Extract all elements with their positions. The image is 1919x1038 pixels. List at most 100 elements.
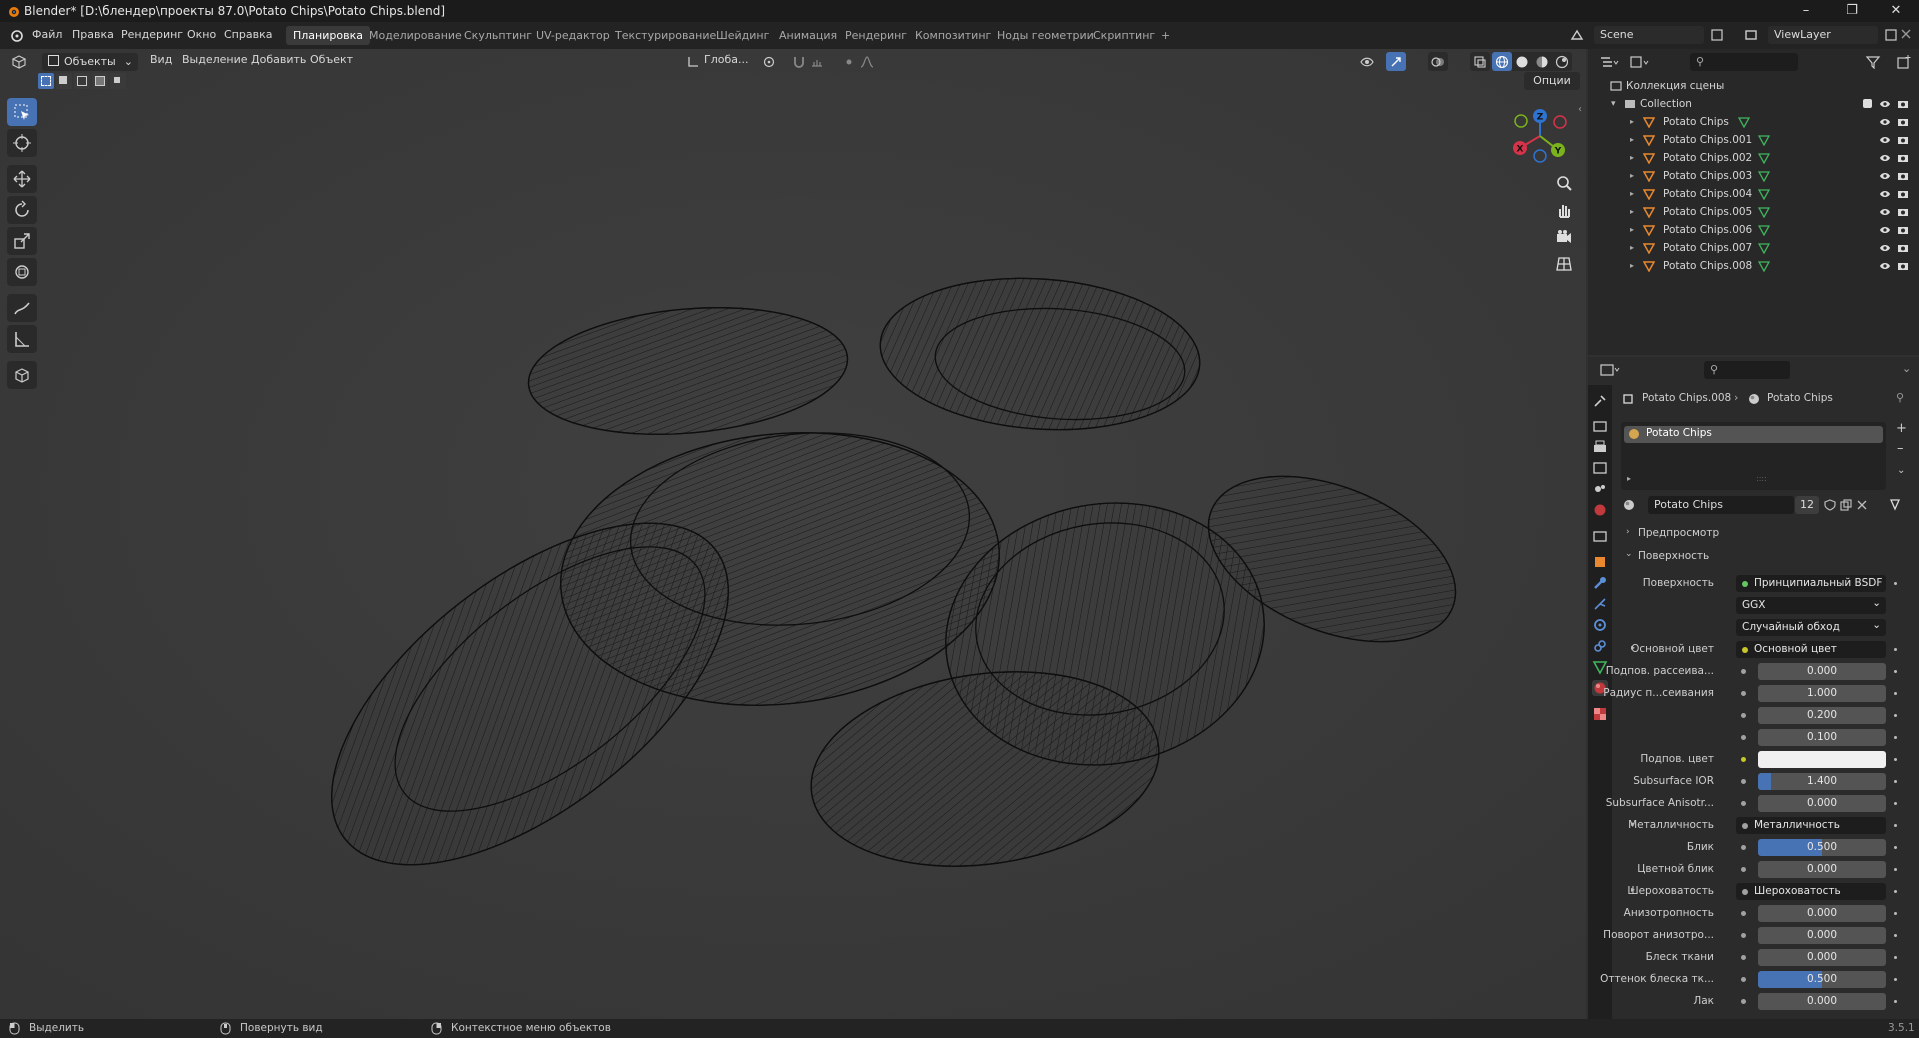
camera-icon[interactable] bbox=[1897, 206, 1909, 218]
camera-icon[interactable] bbox=[1897, 116, 1909, 128]
sidebar-toggle-icon[interactable]: ‹ bbox=[1578, 104, 1582, 115]
mesh-data-icon[interactable] bbox=[1758, 242, 1770, 254]
select-mode-extend-button[interactable] bbox=[56, 73, 72, 89]
outliner-collection[interactable]: ▾ Collection bbox=[1588, 95, 1919, 113]
minimize-button[interactable]: – bbox=[1783, 0, 1829, 22]
collection-checkbox[interactable] bbox=[1863, 99, 1872, 108]
color-swatch[interactable] bbox=[1758, 751, 1886, 768]
tab-modeling[interactable]: Моделирование bbox=[362, 26, 469, 45]
keyframe-dot-icon[interactable] bbox=[1894, 824, 1897, 827]
remove-slot-button[interactable]: – bbox=[1897, 441, 1904, 456]
keyframe-dot-icon[interactable] bbox=[1894, 802, 1897, 805]
socket-icon[interactable] bbox=[1741, 713, 1746, 718]
socket-icon[interactable] bbox=[1741, 669, 1746, 674]
dropdown-field[interactable]: Случайный обход ⌄ bbox=[1736, 619, 1886, 636]
snap-target-icon[interactable] bbox=[810, 55, 824, 69]
tab-scene[interactable] bbox=[1592, 481, 1608, 497]
tab-geometry-nodes[interactable]: Ноды геометрии bbox=[990, 26, 1101, 45]
outliner-search-input[interactable]: ⚲ bbox=[1690, 53, 1798, 71]
overlays-toggle-button[interactable] bbox=[1428, 52, 1448, 71]
keyframe-dot-icon[interactable] bbox=[1894, 1000, 1897, 1003]
tab-output[interactable] bbox=[1592, 439, 1608, 455]
number-field[interactable]: 0.000 bbox=[1758, 861, 1886, 878]
socket-icon[interactable] bbox=[1741, 757, 1746, 762]
outliner-item[interactable]: ▸ Potato Chips bbox=[1588, 113, 1919, 131]
expand-arrow-icon[interactable]: ▸ bbox=[1630, 203, 1634, 221]
eye-icon[interactable] bbox=[1879, 170, 1891, 182]
tab-object[interactable] bbox=[1592, 554, 1608, 570]
keyframe-dot-icon[interactable] bbox=[1894, 956, 1897, 959]
tab-layout[interactable]: Планировка bbox=[286, 26, 370, 45]
socket-icon[interactable] bbox=[1741, 779, 1746, 784]
tab-uv-editing[interactable]: UV-редактор bbox=[529, 26, 617, 45]
number-field[interactable]: 0.000 bbox=[1758, 993, 1886, 1010]
camera-icon[interactable] bbox=[1897, 134, 1909, 146]
mesh-data-icon[interactable] bbox=[1758, 206, 1770, 218]
tab-world[interactable] bbox=[1592, 502, 1608, 518]
outliner-item[interactable]: ▸ Potato Chips.008 bbox=[1588, 257, 1919, 275]
camera-icon[interactable] bbox=[1897, 242, 1909, 254]
number-field[interactable]: 0.500 bbox=[1758, 971, 1886, 988]
properties-editor-icon[interactable] bbox=[1600, 363, 1622, 377]
tab-animation[interactable]: Анимация bbox=[772, 26, 844, 45]
mesh-data-icon[interactable] bbox=[1758, 224, 1770, 236]
user-count-field[interactable]: 12 bbox=[1795, 496, 1819, 514]
eye-icon[interactable] bbox=[1879, 134, 1891, 146]
tab-rendering[interactable]: Рендеринг bbox=[838, 26, 914, 45]
socket-icon[interactable] bbox=[1741, 955, 1746, 960]
add-workspace-button[interactable]: + bbox=[1154, 26, 1177, 45]
node-link-field[interactable]: Шероховатость bbox=[1736, 883, 1886, 900]
keyframe-dot-icon[interactable] bbox=[1894, 868, 1897, 871]
outliner-item[interactable]: ▸ Potato Chips.007 bbox=[1588, 239, 1919, 257]
tab-shading[interactable]: Шейдинг bbox=[709, 26, 776, 45]
keyframe-dot-icon[interactable] bbox=[1894, 978, 1897, 981]
socket-icon[interactable] bbox=[1741, 867, 1746, 872]
transform-orientation[interactable]: Глоба... bbox=[704, 53, 748, 66]
menu-render[interactable]: Рендеринг bbox=[121, 28, 183, 41]
socket-icon[interactable] bbox=[1741, 845, 1746, 850]
number-field[interactable]: 0.000 bbox=[1758, 905, 1886, 922]
eye-icon[interactable] bbox=[1879, 152, 1891, 164]
tab-collection[interactable] bbox=[1592, 528, 1608, 544]
mesh-data-icon[interactable] bbox=[1758, 260, 1770, 272]
socket-icon[interactable] bbox=[1741, 691, 1746, 696]
eye-icon[interactable] bbox=[1879, 224, 1891, 236]
outliner-item[interactable]: ▸ Potato Chips.005 bbox=[1588, 203, 1919, 221]
camera-icon[interactable] bbox=[1897, 188, 1909, 200]
socket-icon[interactable] bbox=[1741, 911, 1746, 916]
number-field[interactable]: 0.000 bbox=[1758, 949, 1886, 966]
tab-render[interactable] bbox=[1592, 418, 1608, 434]
outliner-item[interactable]: ▸ Potato Chips.004 bbox=[1588, 185, 1919, 203]
pivot-point-icon[interactable] bbox=[762, 55, 776, 69]
editor-type-icon[interactable] bbox=[11, 55, 29, 69]
number-field[interactable]: 1.000 bbox=[1758, 685, 1886, 702]
menu-help[interactable]: Справка bbox=[224, 28, 272, 41]
tab-compositing[interactable]: Композитинг bbox=[908, 26, 998, 45]
link-mesh-icon[interactable] bbox=[1890, 499, 1904, 511]
keyframe-dot-icon[interactable] bbox=[1894, 758, 1897, 761]
keyframe-dot-icon[interactable] bbox=[1894, 736, 1897, 739]
duplicate-material-icon[interactable] bbox=[1840, 499, 1852, 511]
keyframe-dot-icon[interactable] bbox=[1894, 890, 1897, 893]
pan-hand-icon[interactable] bbox=[1555, 201, 1573, 219]
display-mode-icon[interactable] bbox=[1630, 56, 1650, 68]
dropdown-field[interactable]: GGX ⌄ bbox=[1736, 597, 1886, 614]
node-link-field[interactable]: Основной цвет bbox=[1736, 641, 1886, 658]
navigation-gizmo[interactable]: Z X Y bbox=[1508, 104, 1572, 168]
scene-selector[interactable]: Scene bbox=[1594, 26, 1704, 44]
camera-icon[interactable] bbox=[1897, 224, 1909, 236]
new-collection-icon[interactable] bbox=[1896, 54, 1912, 70]
new-scene-icon[interactable] bbox=[1710, 28, 1724, 42]
mesh-data-icon[interactable] bbox=[1758, 134, 1770, 146]
panel-surface-header[interactable]: ⌄ Поверхность bbox=[1622, 548, 1912, 566]
select-mode-intersect-button[interactable] bbox=[110, 73, 126, 89]
slot-specials-chevron-icon[interactable]: ⌄ bbox=[1897, 465, 1905, 476]
perspective-toggle-icon[interactable] bbox=[1555, 255, 1573, 273]
mode-selector[interactable]: Объекты ⌄ bbox=[42, 53, 138, 71]
visibility-selector-icon[interactable] bbox=[1360, 55, 1374, 69]
shading-solid-button[interactable] bbox=[1512, 52, 1532, 71]
expand-arrow-icon[interactable]: ▸ bbox=[1630, 239, 1634, 257]
expand-arrow-icon[interactable]: ▸ bbox=[1630, 185, 1634, 203]
outliner-editor-icon[interactable] bbox=[1600, 56, 1620, 68]
keyframe-dot-icon[interactable] bbox=[1894, 780, 1897, 783]
